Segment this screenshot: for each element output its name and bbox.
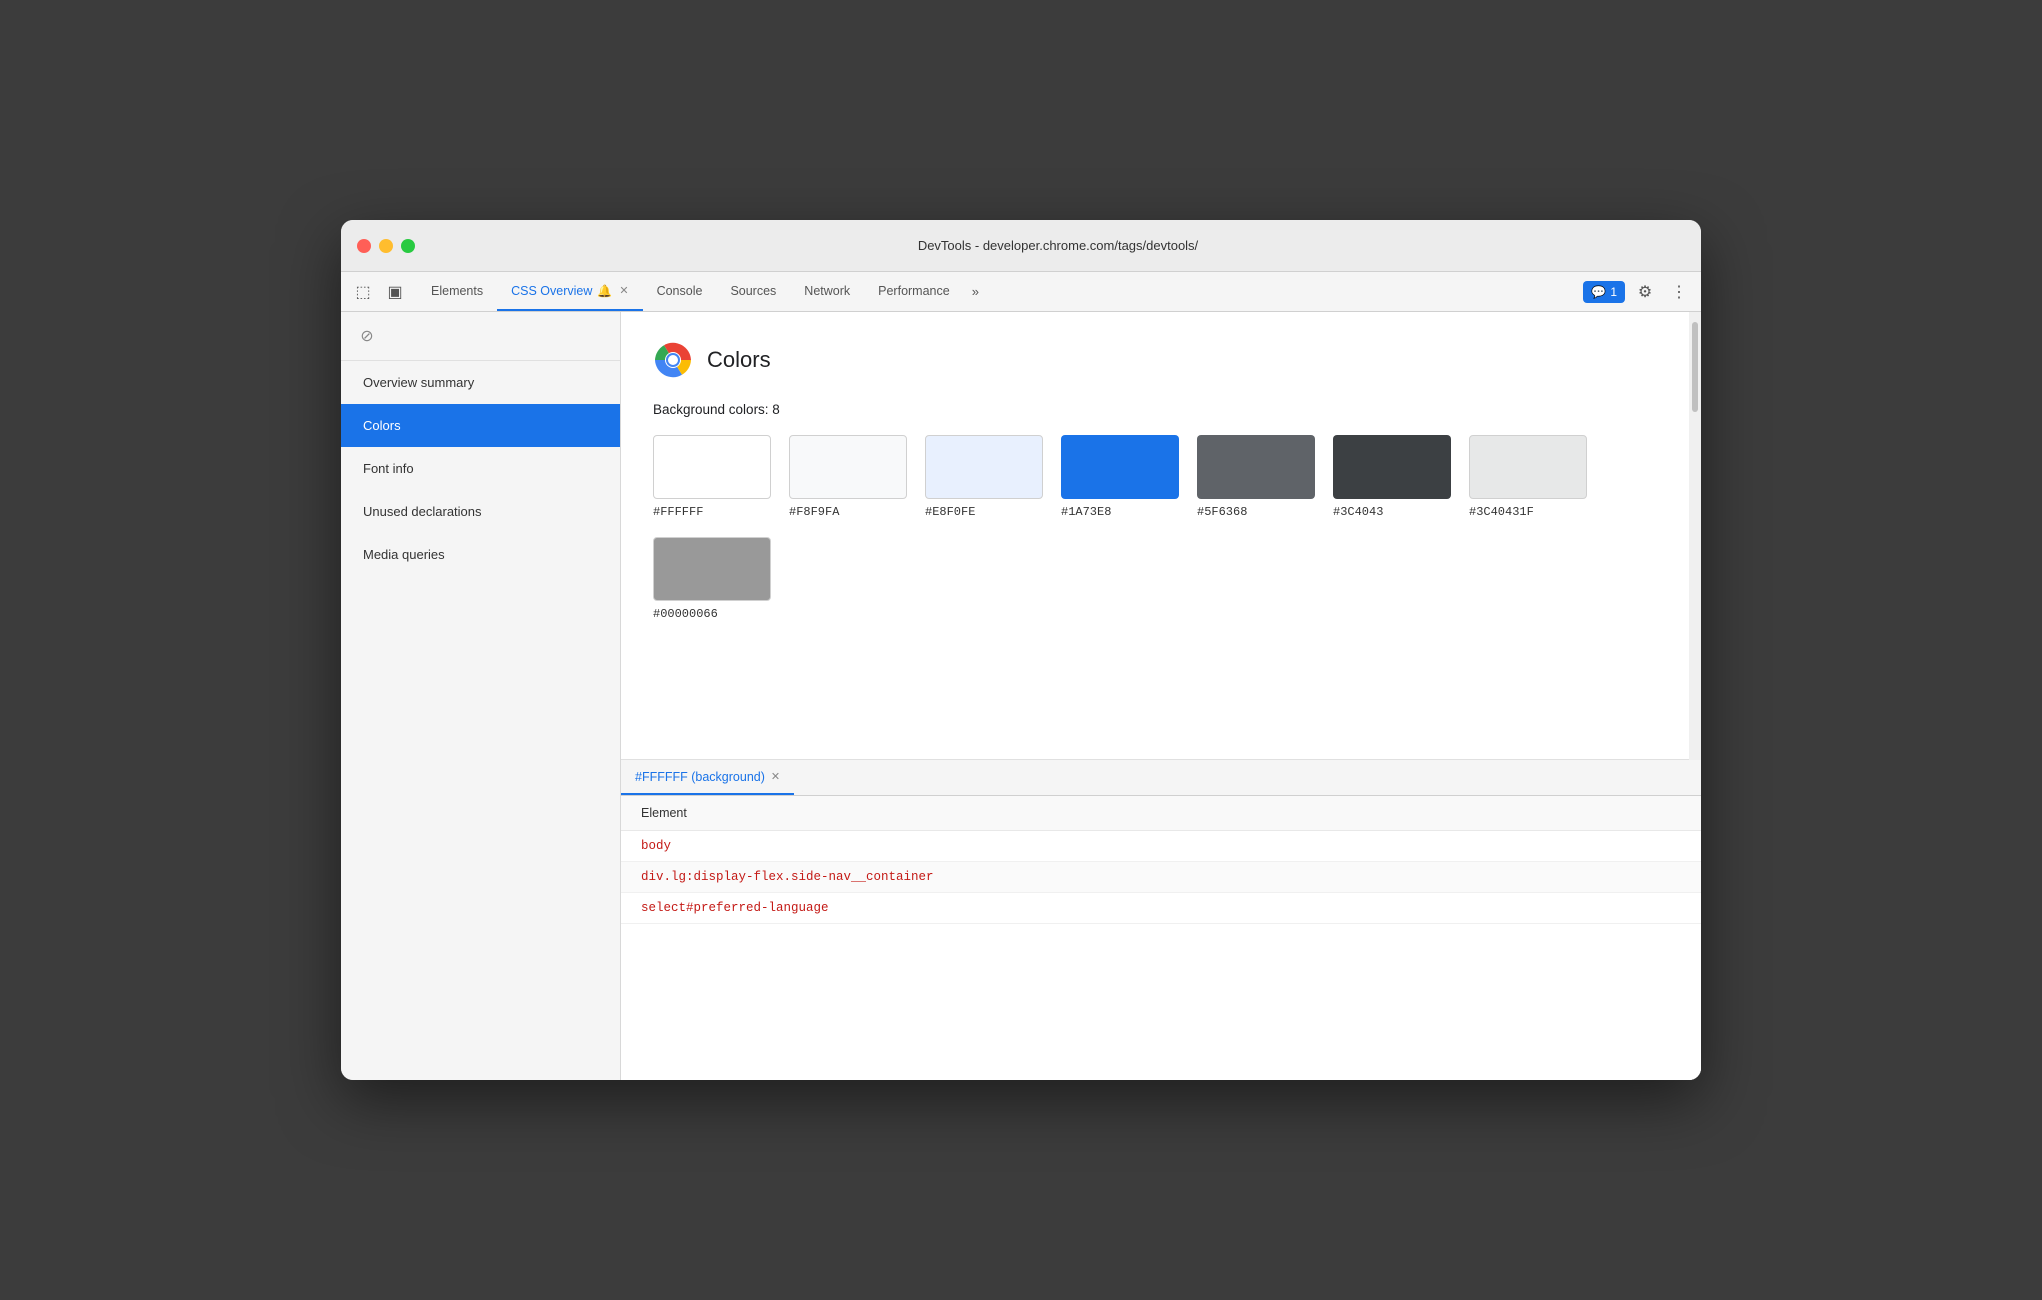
- color-swatch-f8f9fa[interactable]: [789, 435, 907, 499]
- element-row-select-text: select#preferred-language: [641, 901, 829, 915]
- sidebar-item-unused-declarations[interactable]: Unused declarations: [341, 490, 620, 533]
- bottom-tab-close-icon[interactable]: ✕: [771, 770, 780, 783]
- colors-section: Colors Background colors: 8 #FFFFFF #F8F…: [621, 312, 1701, 760]
- google-chrome-icon: [653, 340, 693, 380]
- color-label-3c40431f: #3C40431F: [1469, 505, 1534, 519]
- sidebar-item-font-info-label: Font info: [363, 461, 414, 476]
- tab-sources-label: Sources: [730, 284, 776, 298]
- tab-css-overview[interactable]: CSS Overview 🔔 ✕: [497, 272, 642, 311]
- sidebar-top: ⊘: [341, 312, 620, 361]
- color-label-5f6368: #5F6368: [1197, 505, 1247, 519]
- more-tabs-button[interactable]: »: [964, 272, 987, 311]
- traffic-lights: [357, 239, 415, 253]
- sidebar: ⊘ Overview summary Colors Font info Unus…: [341, 312, 621, 1080]
- bottom-tabs: #FFFFFF (background) ✕: [621, 760, 1701, 796]
- bg-colors-label: Background colors: 8: [653, 402, 1669, 417]
- main-content: ⊘ Overview summary Colors Font info Unus…: [341, 312, 1701, 1080]
- color-grid: #FFFFFF #F8F9FA #E8F0FE #1A73E8: [653, 435, 1669, 621]
- element-row-body-text: body: [641, 839, 671, 853]
- sidebar-item-unused-declarations-label: Unused declarations: [363, 504, 482, 519]
- cursor-icon[interactable]: ⬚: [349, 278, 377, 306]
- section-title: Colors: [707, 347, 771, 373]
- minimize-button[interactable]: [379, 239, 393, 253]
- more-options-icon[interactable]: ⋮: [1665, 278, 1693, 306]
- scrollbar-track: [1689, 312, 1701, 760]
- sidebar-item-overview-summary-label: Overview summary: [363, 375, 474, 390]
- color-label-e8f0fe: #E8F0FE: [925, 505, 975, 519]
- color-item-3c4043: #3C4043: [1333, 435, 1451, 519]
- tabs-container: Elements CSS Overview 🔔 ✕ Console Source…: [417, 272, 1575, 311]
- css-overview-icon: 🔔: [597, 284, 612, 298]
- section-header: Colors: [653, 340, 1669, 380]
- scrollbar-thumb[interactable]: [1692, 322, 1698, 412]
- tab-bar: ⬚ ▣ Elements CSS Overview 🔔 ✕ Console So…: [341, 272, 1701, 312]
- color-item-ffffff: #FFFFFF: [653, 435, 771, 519]
- tab-bar-left-icons: ⬚ ▣: [349, 272, 409, 311]
- close-button[interactable]: [357, 239, 371, 253]
- sidebar-item-media-queries[interactable]: Media queries: [341, 533, 620, 576]
- element-row-select[interactable]: select#preferred-language: [621, 893, 1701, 924]
- tab-performance-label: Performance: [878, 284, 950, 298]
- sidebar-item-font-info[interactable]: Font info: [341, 447, 620, 490]
- window-title: DevTools - developer.chrome.com/tags/dev…: [431, 238, 1685, 253]
- tab-console-label: Console: [657, 284, 703, 298]
- color-label-3c4043: #3C4043: [1333, 505, 1383, 519]
- element-header: Element: [621, 796, 1701, 831]
- bottom-panel: #FFFFFF (background) ✕ Element body div.…: [621, 760, 1701, 1080]
- tab-network[interactable]: Network: [790, 272, 864, 311]
- element-row-body[interactable]: body: [621, 831, 1701, 862]
- title-bar: DevTools - developer.chrome.com/tags/dev…: [341, 220, 1701, 272]
- maximize-button[interactable]: [401, 239, 415, 253]
- sidebar-item-media-queries-label: Media queries: [363, 547, 445, 562]
- tab-console[interactable]: Console: [643, 272, 717, 311]
- tab-network-label: Network: [804, 284, 850, 298]
- css-overview-close-icon[interactable]: ✕: [619, 284, 628, 297]
- color-label-ffffff: #FFFFFF: [653, 505, 703, 519]
- block-icon[interactable]: ⊘: [355, 324, 379, 348]
- element-row-div[interactable]: div.lg:display-flex.side-nav__container: [621, 862, 1701, 893]
- more-tabs-icon: »: [972, 284, 979, 299]
- chat-icon: 💬: [1591, 285, 1606, 299]
- element-panel: Element body div.lg:display-flex.side-na…: [621, 796, 1701, 1080]
- color-label-1a73e8: #1A73E8: [1061, 505, 1111, 519]
- color-item-f8f9fa: #F8F9FA: [789, 435, 907, 519]
- color-item-5f6368: #5F6368: [1197, 435, 1315, 519]
- sidebar-item-colors-label: Colors: [363, 418, 401, 433]
- tab-css-overview-label: CSS Overview: [511, 284, 592, 298]
- tab-bar-right: 💬 1 ⚙ ⋮: [1583, 272, 1693, 311]
- color-swatch-ffffff[interactable]: [653, 435, 771, 499]
- color-item-e8f0fe: #E8F0FE: [925, 435, 1043, 519]
- settings-icon[interactable]: ⚙: [1631, 278, 1659, 306]
- element-row-div-text: div.lg:display-flex.side-nav__container: [641, 870, 934, 884]
- chat-button[interactable]: 💬 1: [1583, 281, 1625, 303]
- color-item-1a73e8: #1A73E8: [1061, 435, 1179, 519]
- devtools-window: DevTools - developer.chrome.com/tags/dev…: [341, 220, 1701, 1080]
- tab-elements-label: Elements: [431, 284, 483, 298]
- tab-elements[interactable]: Elements: [417, 272, 497, 311]
- color-swatch-3c40431f[interactable]: [1469, 435, 1587, 499]
- color-swatch-3c4043[interactable]: [1333, 435, 1451, 499]
- color-label-00000066: #00000066: [653, 607, 718, 621]
- device-toggle-icon[interactable]: ▣: [381, 278, 409, 306]
- color-swatch-00000066[interactable]: [653, 537, 771, 601]
- bottom-tab-label: #FFFFFF (background): [635, 770, 765, 784]
- content-area: Colors Background colors: 8 #FFFFFF #F8F…: [621, 312, 1701, 1080]
- bottom-tab-ffffff[interactable]: #FFFFFF (background) ✕: [621, 760, 794, 795]
- tab-performance[interactable]: Performance: [864, 272, 964, 311]
- color-swatch-e8f0fe[interactable]: [925, 435, 1043, 499]
- sidebar-item-colors[interactable]: Colors: [341, 404, 620, 447]
- color-item-3c40431f: #3C40431F: [1469, 435, 1587, 519]
- color-item-00000066: #00000066: [653, 537, 771, 621]
- color-swatch-1a73e8[interactable]: [1061, 435, 1179, 499]
- sidebar-item-overview-summary[interactable]: Overview summary: [341, 361, 620, 404]
- chat-count: 1: [1610, 285, 1617, 299]
- tab-sources[interactable]: Sources: [716, 272, 790, 311]
- color-swatch-5f6368[interactable]: [1197, 435, 1315, 499]
- color-label-f8f9fa: #F8F9FA: [789, 505, 839, 519]
